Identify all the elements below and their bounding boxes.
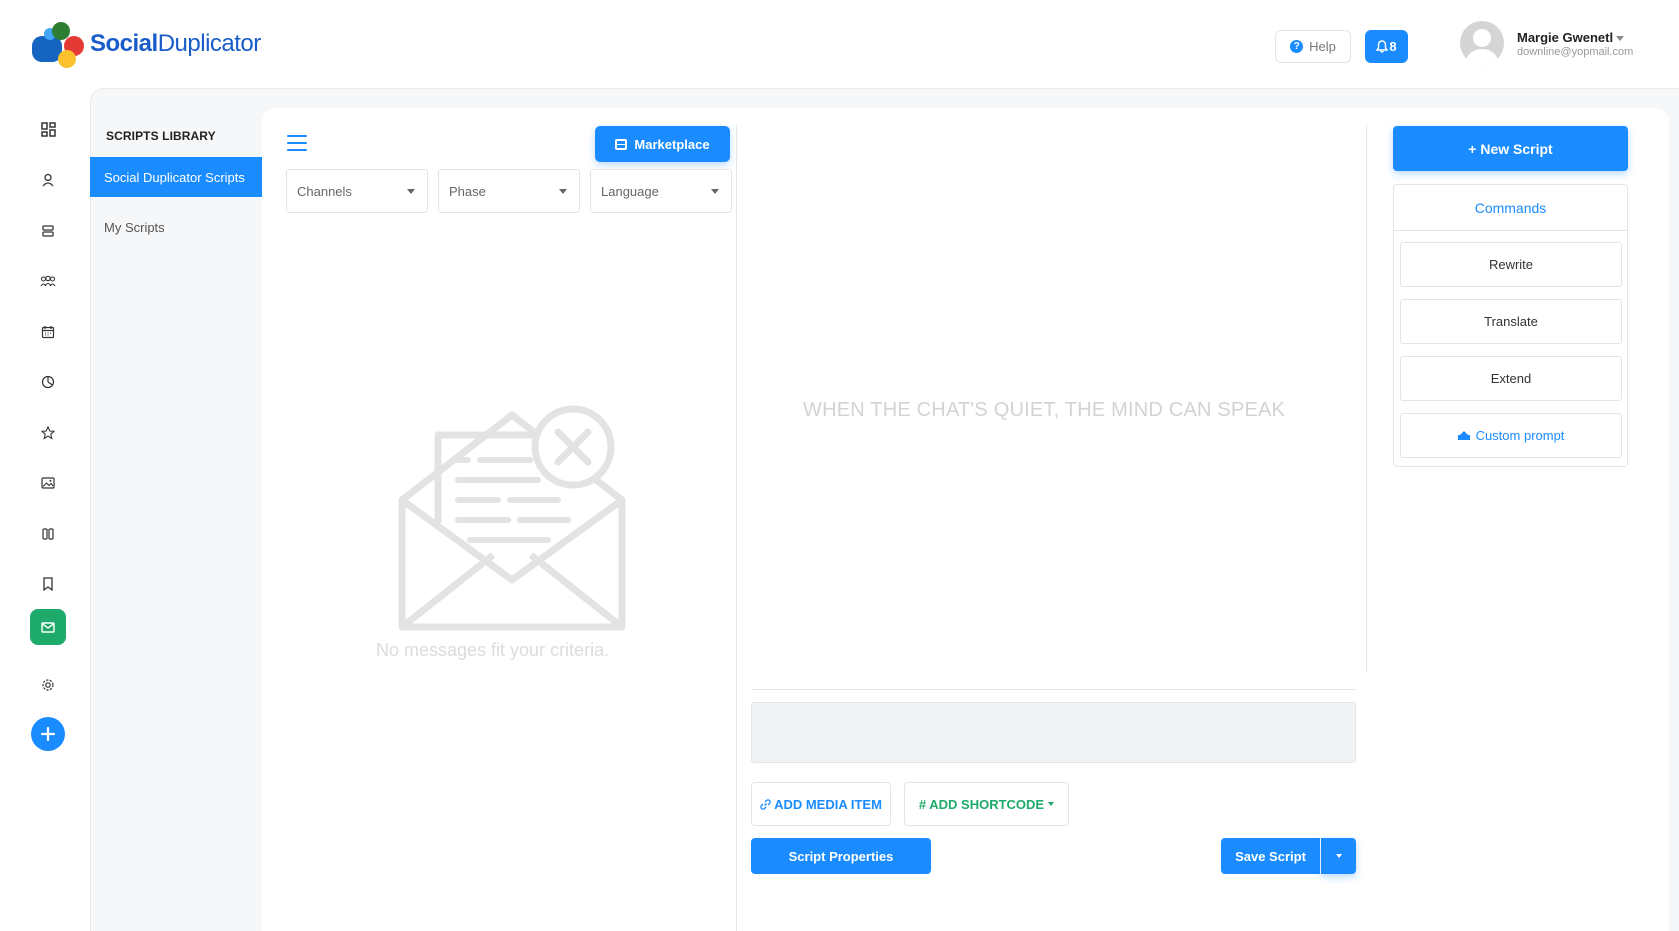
avatar[interactable] (1460, 21, 1504, 65)
brand-name: SocialDuplicator (90, 30, 261, 57)
channels-select[interactable]: Channels (286, 169, 428, 213)
chart-pie-icon[interactable] (37, 371, 59, 393)
channels-select-label: Channels (297, 183, 352, 199)
phase-select[interactable]: Phase (438, 169, 580, 213)
add-media-item-label: ADD MEDIA ITEM (774, 796, 882, 812)
user-email: downline@yopmail.com (1517, 46, 1634, 58)
store-icon (615, 138, 628, 150)
marketplace-button[interactable]: Marketplace (595, 126, 730, 162)
scripts-library-title: SCRIPTS LIBRARY (106, 129, 216, 143)
marketplace-label: Marketplace (634, 136, 710, 152)
star-icon[interactable] (37, 422, 59, 444)
help-label: Help (1309, 39, 1336, 54)
user-icon[interactable] (37, 169, 59, 191)
add-shortcode-label: # ADD SHORTCODE (918, 796, 1045, 812)
custom-prompt-button[interactable]: Custom prompt (1400, 413, 1622, 458)
script-properties-button[interactable]: Script Properties (751, 838, 931, 874)
notification-count: 8 (1389, 39, 1397, 54)
custom-prompt-label: Custom prompt (1475, 428, 1565, 443)
crown-icon (1457, 431, 1470, 440)
chevron-down-icon (407, 189, 415, 194)
image-icon[interactable] (37, 472, 59, 494)
commands-panel: Commands Rewrite Translate Extend Custom… (1393, 184, 1628, 467)
chevron-down-icon (1335, 854, 1342, 858)
empty-state-message: No messages fit your criteria. (376, 640, 610, 660)
chevron-down-icon (1048, 802, 1055, 806)
settings-icon[interactable] (37, 674, 59, 696)
chevron-down-icon (1616, 36, 1625, 42)
language-select-label: Language (601, 183, 659, 199)
calendar-icon[interactable] (37, 321, 59, 343)
bookmark-icon[interactable] (37, 573, 59, 595)
message-editor[interactable] (751, 702, 1356, 763)
notifications-button[interactable]: 8 (1365, 30, 1408, 63)
icon-sidebar (0, 88, 90, 931)
new-script-button[interactable]: + New Script (1393, 126, 1628, 171)
logo-mark-icon (30, 18, 86, 70)
chevron-down-icon (711, 189, 719, 194)
link-icon (760, 798, 771, 810)
question-circle-icon: ? (1290, 40, 1304, 53)
server-icon[interactable] (37, 220, 59, 242)
dashboard-icon[interactable] (37, 118, 59, 140)
help-button[interactable]: ? Help (1275, 30, 1351, 63)
hamburger-menu-icon[interactable] (287, 135, 307, 151)
add-shortcode-button[interactable]: # ADD SHORTCODE (904, 782, 1069, 826)
group-icon[interactable] (37, 270, 59, 292)
bell-icon (1376, 40, 1389, 53)
library-item-my-scripts[interactable]: My Scripts (104, 220, 165, 235)
brand-logo[interactable]: SocialDuplicator (30, 18, 261, 70)
translate-button[interactable]: Translate (1400, 299, 1622, 344)
mail-icon[interactable] (30, 609, 66, 645)
phase-select-label: Phase (449, 183, 486, 199)
save-options-dropdown[interactable] (1321, 838, 1356, 874)
plus-icon[interactable] (31, 717, 65, 751)
columns-icon[interactable] (37, 523, 59, 545)
column-divider (1366, 125, 1367, 673)
save-script-button[interactable]: Save Script (1221, 838, 1320, 874)
rewrite-button[interactable]: Rewrite (1400, 242, 1622, 287)
library-item-social-duplicator-scripts[interactable]: Social Duplicator Scripts (90, 157, 262, 197)
extend-button[interactable]: Extend (1400, 356, 1622, 401)
add-media-item-button[interactable]: ADD MEDIA ITEM (751, 782, 891, 826)
top-header: SocialDuplicator ? Help 8 Margie Gwenetl… (0, 0, 1679, 88)
editor-placeholder-quote: WHEN THE CHAT'S QUIET, THE MIND CAN SPEA… (803, 399, 1286, 421)
editor-divider (751, 689, 1356, 690)
commands-title[interactable]: Commands (1394, 185, 1627, 231)
column-divider (736, 125, 737, 931)
chevron-down-icon (559, 189, 567, 194)
user-menu[interactable]: Margie Gwenetl (1517, 30, 1625, 45)
language-select[interactable]: Language (590, 169, 732, 213)
user-name: Margie Gwenetl (1517, 30, 1614, 45)
empty-envelope-icon (398, 405, 626, 631)
